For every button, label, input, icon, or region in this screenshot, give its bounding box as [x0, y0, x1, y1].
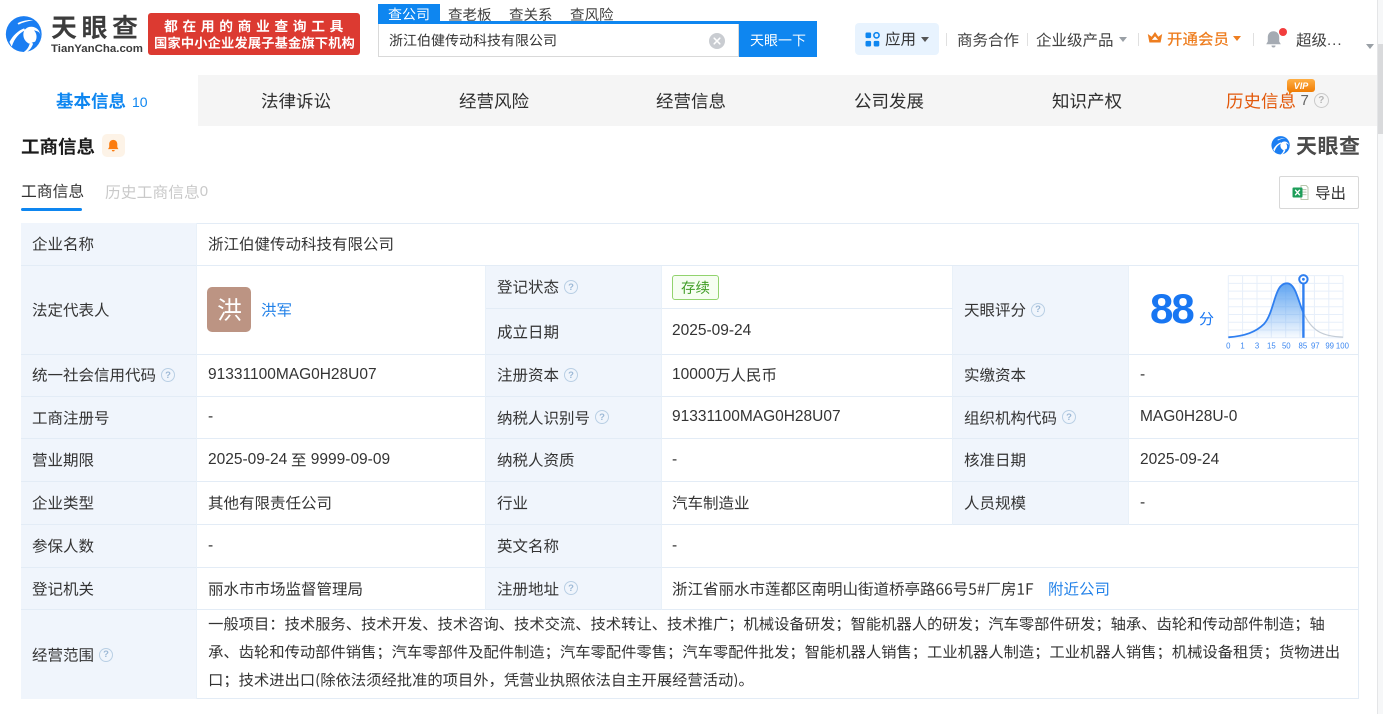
svg-text:100: 100 [1336, 342, 1350, 351]
svg-text:15: 15 [1267, 342, 1276, 351]
svg-text:85: 85 [1299, 342, 1308, 351]
svg-text:3: 3 [1255, 342, 1259, 351]
svg-text:1: 1 [1240, 342, 1244, 351]
svg-text:99: 99 [1325, 342, 1334, 351]
svg-text:50: 50 [1282, 342, 1291, 351]
svg-text:0: 0 [1226, 342, 1231, 351]
svg-text:97: 97 [1311, 342, 1320, 351]
